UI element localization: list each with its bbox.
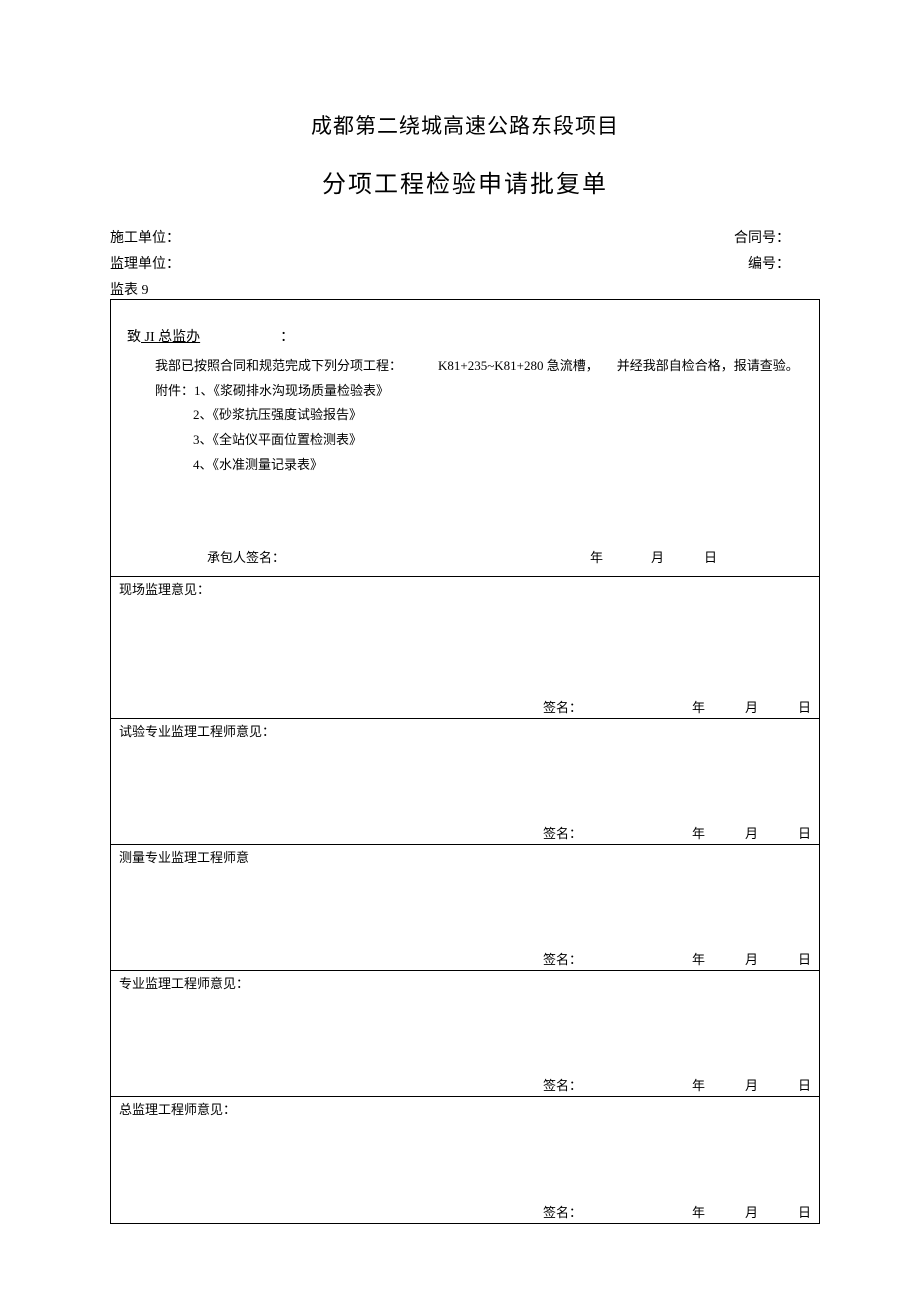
opinion-title-0: 现场监理意见： <box>119 579 811 598</box>
d-0: 日 <box>798 700 811 715</box>
m-0: 月 <box>745 700 758 715</box>
project-title: 成都第二绕城高速公路东段项目 <box>110 110 820 140</box>
opinion-signature-0: 签名： 年 月 日 <box>543 697 811 716</box>
body-line-1a: 我部已按照合同和规范完成下列分项工程： <box>155 354 402 379</box>
table-label: 监表 9 <box>110 279 820 299</box>
day-label: 日 <box>704 547 717 566</box>
m-3: 月 <box>745 1078 758 1093</box>
contractor-sig-label: 承包人签名： <box>207 547 285 566</box>
opinion-section-4: 总监理工程师意见： 签名： 年 月 日 <box>111 1097 819 1223</box>
m-4: 月 <box>745 1205 758 1220</box>
m-1: 月 <box>745 826 758 841</box>
header-row-2: 监理单位： 编号： <box>110 253 820 273</box>
opinion-signature-2: 签名： 年 月 日 <box>543 949 811 968</box>
opinion-title-1: 试验专业监理工程师意见： <box>119 721 811 740</box>
header-row-1: 施工单位： 合同号： <box>110 227 820 247</box>
body-content: 我部已按照合同和规范完成下列分项工程： K81+235~K81+280 急流槽，… <box>127 354 809 477</box>
opinion-title-3: 专业监理工程师意见： <box>119 973 811 992</box>
opinion-title-4: 总监理工程师意见： <box>119 1099 811 1118</box>
opinion-signature-4: 签名： 年 月 日 <box>543 1202 811 1221</box>
y-2: 年 <box>692 952 705 967</box>
opinion-section-1: 试验专业监理工程师意见： 签名： 年 月 日 <box>111 719 819 845</box>
construction-unit-label: 施工单位： <box>110 227 180 247</box>
attachment-3: 3、《全站仪平面位置检测表》 <box>155 428 809 453</box>
d-3: 日 <box>798 1078 811 1093</box>
y-1: 年 <box>692 826 705 841</box>
attach-label: 附件： <box>155 383 194 398</box>
serial-no-label: 编号： <box>748 253 790 273</box>
body-line-1: 我部已按照合同和规范完成下列分项工程： K81+235~K81+280 急流槽，… <box>155 354 809 379</box>
addressee-line: 致 JI 总监办 ： <box>127 326 809 346</box>
opinion-signature-3: 签名： 年 月 日 <box>543 1075 811 1094</box>
attachments-block: 附件：1、《浆砌排水沟现场质量检验表》 <box>155 379 809 404</box>
contractor-date: 年月日 <box>590 547 749 566</box>
opinion-section-3: 专业监理工程师意见： 签名： 年 月 日 <box>111 971 819 1097</box>
form-table: 致 JI 总监办 ： 我部已按照合同和规范完成下列分项工程： K81+235~K8… <box>110 299 820 1224</box>
opinion-section-0: 现场监理意见： 签名： 年 月 日 <box>111 577 819 719</box>
sig-label-0: 签名： <box>543 700 582 715</box>
form-subtitle: 分项工程检验申请批复单 <box>110 164 820 199</box>
sig-label-1: 签名： <box>543 826 582 841</box>
attachment-2: 2、《砂浆抗压强度试验报告》 <box>155 403 809 428</box>
m-2: 月 <box>745 952 758 967</box>
attachment-4: 4、《水准测量记录表》 <box>155 453 809 478</box>
application-section: 致 JI 总监办 ： 我部已按照合同和规范完成下列分项工程： K81+235~K8… <box>111 300 819 577</box>
contractor-signature-row: 承包人签名： 年 月 日 <box>127 547 809 566</box>
opinion-section-2: 测量专业监理工程师意 签名： 年 月 日 <box>111 845 819 971</box>
opinion-title-2: 测量专业监理工程师意 <box>119 847 811 866</box>
y-0: 年 <box>692 700 705 715</box>
month-label: 月 <box>651 547 664 566</box>
sig-label-4: 签名： <box>543 1205 582 1220</box>
to-prefix: 致 <box>127 330 141 345</box>
body-line-1b: K81+235~K81+280 急流槽， <box>438 354 599 379</box>
contract-no-label: 合同号： <box>734 227 790 247</box>
opinion-signature-1: 签名： 年 月 日 <box>543 823 811 842</box>
y-4: 年 <box>692 1205 705 1220</box>
supervision-unit-label: 监理单位： <box>110 253 180 273</box>
y-3: 年 <box>692 1078 705 1093</box>
d-2: 日 <box>798 952 811 967</box>
d-4: 日 <box>798 1205 811 1220</box>
attachment-1: 1、《浆砌排水沟现场质量检验表》 <box>194 383 389 398</box>
addressee: JI 总监办 <box>141 330 200 345</box>
sig-label-2: 签名： <box>543 952 582 967</box>
d-1: 日 <box>798 826 811 841</box>
sig-label-3: 签名： <box>543 1078 582 1093</box>
colon: ： <box>280 330 294 345</box>
year-label: 年 <box>590 547 603 566</box>
body-line-1c: 并经我部自检合格，报请查验。 <box>617 354 799 379</box>
